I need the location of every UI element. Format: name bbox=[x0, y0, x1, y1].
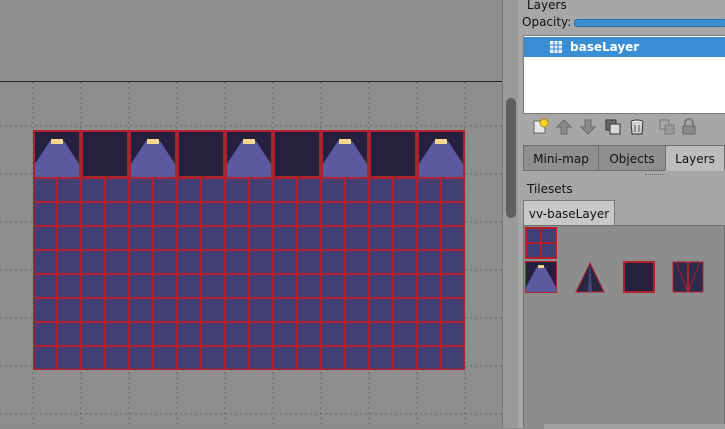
canvas-empty-area bbox=[0, 0, 502, 81]
dock-tab-bar: Mini-map Objects Layers bbox=[523, 145, 725, 172]
tab-objects[interactable]: Objects bbox=[598, 145, 666, 171]
lock-layer-icon[interactable] bbox=[680, 118, 698, 136]
top-row-tile bbox=[177, 130, 225, 178]
tileset-dark-square-tile[interactable] bbox=[623, 261, 655, 293]
layers-panel-title: Layers bbox=[527, 0, 567, 12]
tileset-horizontal-scrollbar[interactable] bbox=[544, 424, 725, 429]
tileset-light-tile[interactable] bbox=[525, 261, 557, 293]
dock-resize-handle[interactable] bbox=[645, 174, 663, 177]
tileset-tab[interactable]: vv-baseLayer bbox=[523, 200, 615, 226]
tab-layers[interactable]: Layers bbox=[665, 145, 725, 171]
layer-name: baseLayer bbox=[570, 40, 640, 54]
scrollbar-thumb[interactable] bbox=[506, 98, 516, 218]
tileset-grid-tile[interactable] bbox=[525, 227, 557, 259]
right-dock: Layers Opacity: baseLayer Mini-map Objec… bbox=[518, 0, 725, 429]
top-row-tile bbox=[273, 130, 321, 178]
lamp bbox=[51, 139, 63, 144]
canvas-vertical-scrollbar[interactable] bbox=[502, 0, 519, 428]
layer-row-baselayer[interactable]: baseLayer bbox=[524, 37, 725, 57]
layer-list[interactable]: baseLayer bbox=[523, 35, 725, 114]
opacity-label: Opacity: bbox=[522, 15, 572, 29]
tile-layer-icon bbox=[550, 41, 562, 53]
tilemap[interactable] bbox=[33, 130, 465, 370]
tileset-pyramid-tile[interactable] bbox=[574, 261, 606, 293]
tileset-view[interactable] bbox=[523, 225, 725, 429]
lamp bbox=[147, 139, 159, 144]
move-down-icon[interactable] bbox=[579, 118, 597, 136]
lamp bbox=[243, 139, 255, 144]
merge-layer-icon[interactable] bbox=[658, 118, 676, 136]
opacity-slider[interactable] bbox=[574, 19, 725, 27]
tab-mini-map[interactable]: Mini-map bbox=[523, 145, 599, 171]
lamp bbox=[435, 139, 447, 144]
new-layer-icon[interactable] bbox=[532, 118, 550, 136]
map-canvas[interactable] bbox=[0, 0, 502, 428]
move-up-icon[interactable] bbox=[555, 118, 573, 136]
lamp bbox=[339, 139, 351, 144]
top-row-tile bbox=[369, 130, 417, 178]
duplicate-layer-icon[interactable] bbox=[604, 118, 622, 136]
top-row-tile bbox=[81, 130, 129, 178]
tileset-triangle-split-tile[interactable] bbox=[672, 261, 704, 293]
tilesets-panel-title: Tilesets bbox=[527, 182, 573, 196]
delete-layer-icon[interactable] bbox=[628, 118, 646, 136]
